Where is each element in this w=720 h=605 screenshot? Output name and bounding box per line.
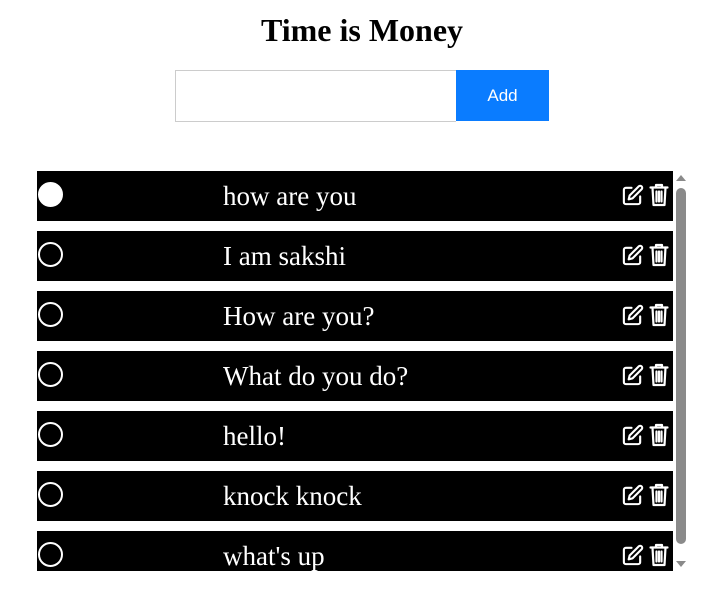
todo-item: hello! <box>37 411 673 461</box>
trash-icon[interactable] <box>647 483 670 507</box>
scroll-down-arrow-icon[interactable] <box>676 561 686 567</box>
todo-item: I am sakshi <box>37 231 673 281</box>
trash-icon[interactable] <box>647 183 670 207</box>
todo-text: how are you <box>223 181 357 211</box>
todo-list[interactable]: how are you I am sakshi How are you? Wha… <box>37 171 673 571</box>
add-todo-form: Add <box>175 70 549 122</box>
todo-text: what's up <box>223 541 325 571</box>
todo-text: hello! <box>223 421 286 451</box>
todo-text: I am sakshi <box>223 241 346 271</box>
edit-icon[interactable] <box>621 243 644 267</box>
trash-icon[interactable] <box>647 363 670 387</box>
todo-complete-radio[interactable] <box>38 542 63 567</box>
todo-text: What do you do? <box>223 361 409 391</box>
todo-complete-radio[interactable] <box>38 182 63 207</box>
todo-complete-radio[interactable] <box>38 482 63 507</box>
edit-icon[interactable] <box>621 303 644 327</box>
scrollbar[interactable] <box>674 171 688 571</box>
todo-actions <box>621 423 670 447</box>
todo-input[interactable] <box>175 70 456 122</box>
edit-icon[interactable] <box>621 483 644 507</box>
page-title: Time is Money <box>260 12 464 48</box>
todo-item: What do you do? <box>37 351 673 401</box>
edit-icon[interactable] <box>621 183 644 207</box>
trash-icon[interactable] <box>647 243 670 267</box>
todo-complete-radio[interactable] <box>38 302 63 327</box>
edit-icon[interactable] <box>621 543 644 567</box>
todo-actions <box>621 543 670 567</box>
todo-item: How are you? <box>37 291 673 341</box>
todo-actions <box>621 363 670 387</box>
scroll-up-arrow-icon[interactable] <box>676 175 686 181</box>
edit-icon[interactable] <box>621 423 644 447</box>
todo-item: what's up <box>37 531 673 571</box>
scrollbar-thumb[interactable] <box>676 188 686 544</box>
add-button[interactable]: Add <box>456 70 549 121</box>
app: Time is Money Add how are you I am saksh… <box>0 0 720 605</box>
todo-item: how are you <box>37 171 673 221</box>
trash-icon[interactable] <box>647 543 670 567</box>
todo-actions <box>621 243 670 267</box>
trash-icon[interactable] <box>647 303 670 327</box>
todo-complete-radio[interactable] <box>38 422 63 447</box>
edit-icon[interactable] <box>621 363 644 387</box>
todo-item: knock knock <box>37 471 673 521</box>
todo-actions <box>621 303 670 327</box>
todo-actions <box>621 483 670 507</box>
todo-actions <box>621 183 670 207</box>
todo-text: How are you? <box>223 301 375 331</box>
todo-complete-radio[interactable] <box>38 242 63 267</box>
trash-icon[interactable] <box>647 423 670 447</box>
todo-text: knock knock <box>223 481 362 511</box>
todo-complete-radio[interactable] <box>38 362 63 387</box>
